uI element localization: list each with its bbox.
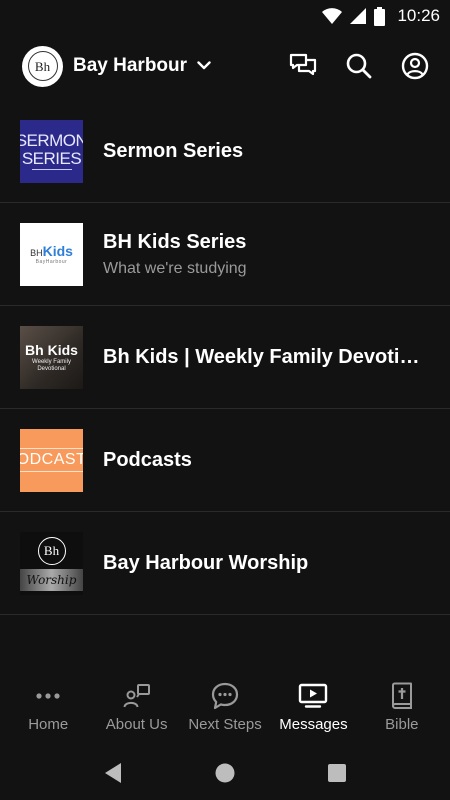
nav-label: Messages bbox=[279, 716, 348, 733]
dots-icon bbox=[35, 680, 61, 712]
thumb-text: Weekly Family Devotional bbox=[32, 359, 71, 372]
nav-about-us[interactable]: About Us bbox=[92, 670, 180, 733]
thumb-text: PODCASTS bbox=[20, 448, 83, 472]
thumb-text: SERMON bbox=[20, 130, 83, 150]
nav-label: Next Steps bbox=[188, 716, 262, 733]
app-header: Bh Bay Harbour bbox=[0, 32, 450, 100]
home-circle-icon[interactable] bbox=[169, 762, 281, 784]
content-list: SERMON SERIES Sermon Series BHKids BayHa… bbox=[0, 100, 450, 615]
worship-thumbnail: Bh Worship bbox=[20, 531, 83, 595]
item-subtitle: What we're studying bbox=[103, 259, 247, 277]
org-name[interactable]: Bay Harbour bbox=[73, 55, 187, 77]
nav-label: Home bbox=[28, 716, 69, 733]
search-icon[interactable] bbox=[344, 51, 374, 81]
list-item-podcasts[interactable]: PODCASTS Podcasts bbox=[0, 409, 450, 512]
list-item-weekly-family-devotional[interactable]: Bh Kids Weekly Family Devotional Bh Kids … bbox=[0, 306, 450, 409]
item-title: BH Kids Series bbox=[103, 230, 247, 253]
bible-icon bbox=[390, 680, 414, 712]
thumb-text: Bh bbox=[37, 537, 66, 565]
item-title: Sermon Series bbox=[103, 139, 244, 162]
chat-icon[interactable] bbox=[288, 51, 318, 81]
bottom-nav: Home About Us Next Steps Messages Bible bbox=[0, 670, 450, 746]
nav-bible[interactable]: Bible bbox=[358, 670, 446, 733]
thumb-text: Worship bbox=[26, 573, 77, 587]
signal-icon bbox=[350, 8, 367, 24]
wifi-icon bbox=[322, 8, 343, 24]
list-item-worship[interactable]: Bh Worship Bay Harbour Worship bbox=[0, 512, 450, 615]
thumb-text: SERIES bbox=[21, 148, 82, 168]
podcasts-thumbnail: PODCASTS bbox=[20, 428, 83, 492]
thumb-text: Weekly Family bbox=[32, 358, 71, 365]
list-item-sermon-series[interactable]: SERMON SERIES Sermon Series bbox=[0, 100, 450, 203]
sermon-series-thumbnail: SERMON SERIES bbox=[20, 119, 83, 183]
thumb-band: Worship bbox=[20, 569, 83, 591]
org-logo[interactable]: Bh bbox=[22, 45, 63, 87]
play-screen-icon bbox=[298, 680, 328, 712]
system-nav-bar bbox=[0, 746, 450, 800]
item-title: Bay Harbour Worship bbox=[103, 551, 309, 574]
battery-icon bbox=[374, 6, 386, 26]
thumb-text: Kids bbox=[42, 243, 73, 259]
nav-messages[interactable]: Messages bbox=[269, 670, 357, 733]
chat-bubble-icon bbox=[211, 680, 239, 712]
item-title: Bh Kids | Weekly Family Devotio… bbox=[103, 345, 426, 368]
nav-home[interactable]: Home bbox=[4, 670, 92, 733]
thumb-text: BayHarbour bbox=[35, 259, 68, 265]
person-info-icon bbox=[123, 680, 151, 712]
recents-square-icon[interactable] bbox=[281, 763, 393, 783]
thumb-text: BH bbox=[30, 248, 43, 258]
status-bar: 10:26 bbox=[0, 0, 450, 32]
thumb-text: Bh Kids bbox=[25, 341, 78, 358]
devotional-thumbnail: Bh Kids Weekly Family Devotional bbox=[20, 325, 83, 389]
nav-label: About Us bbox=[105, 716, 168, 733]
divider bbox=[31, 169, 72, 171]
clock: 10:26 bbox=[397, 6, 440, 25]
account-icon[interactable] bbox=[400, 51, 430, 81]
thumb-text: Devotional bbox=[37, 365, 66, 372]
thumb-text: BHKids bbox=[30, 243, 73, 259]
back-icon[interactable] bbox=[57, 762, 169, 784]
org-logo-monogram: Bh bbox=[27, 51, 58, 81]
list-item-bh-kids-series[interactable]: BHKids BayHarbour BH Kids Series What we… bbox=[0, 203, 450, 306]
item-title: Podcasts bbox=[103, 448, 192, 471]
chevron-down-icon[interactable] bbox=[197, 61, 211, 71]
nav-label: Bible bbox=[385, 716, 419, 733]
nav-next-steps[interactable]: Next Steps bbox=[181, 670, 269, 733]
bh-kids-thumbnail: BHKids BayHarbour bbox=[20, 222, 83, 286]
